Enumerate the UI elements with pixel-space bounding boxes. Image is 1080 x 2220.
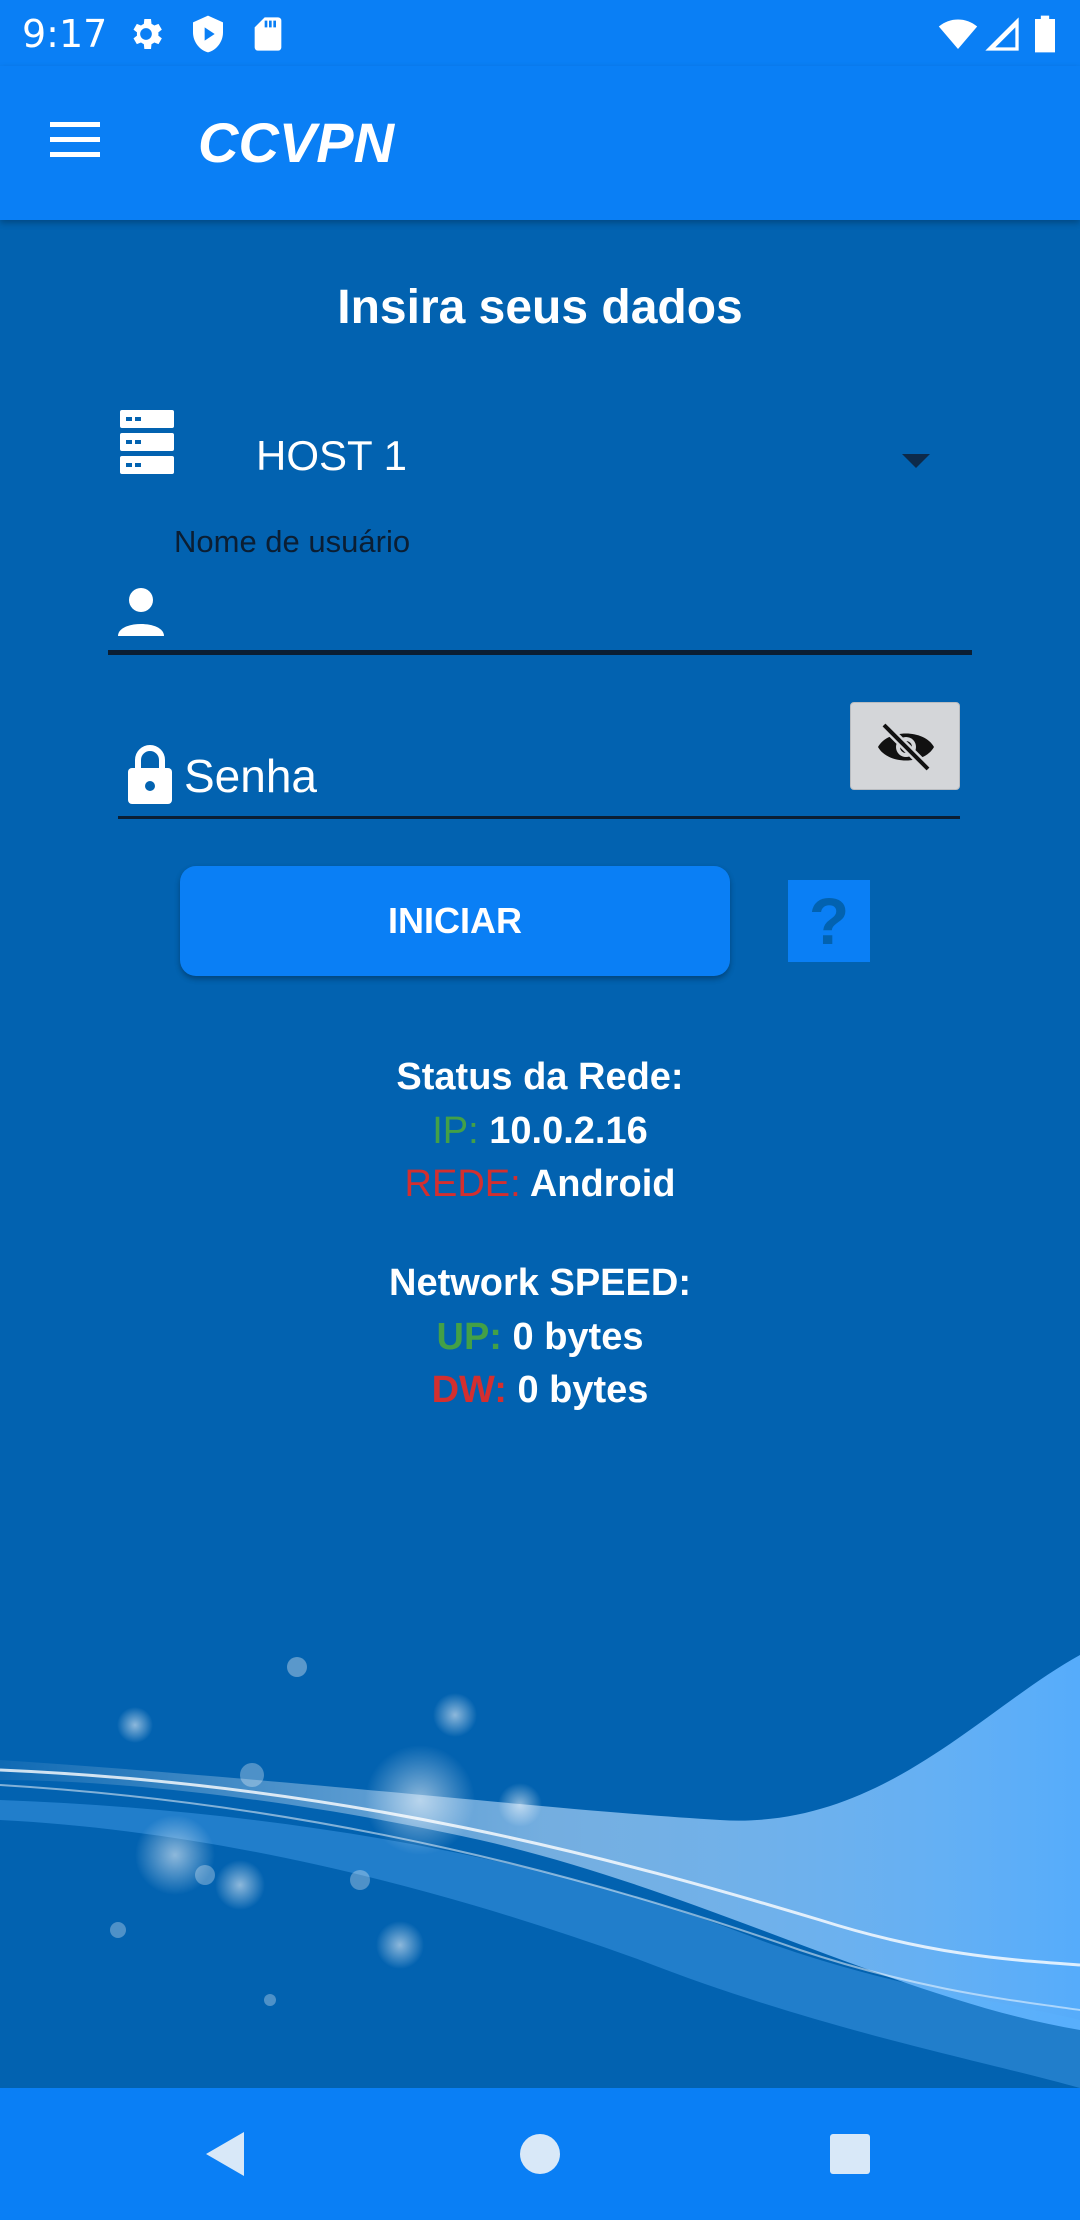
sd-card-icon bbox=[254, 17, 282, 51]
battery-icon bbox=[1035, 15, 1055, 53]
status-time: 9:17 bbox=[22, 12, 108, 56]
username-label: Nome de usuário bbox=[174, 524, 411, 559]
back-icon[interactable] bbox=[196, 2124, 256, 2184]
network-speed-title: Network SPEED: bbox=[389, 1262, 691, 1304]
username-underline bbox=[108, 650, 972, 655]
server-icon bbox=[120, 410, 174, 474]
lock-icon bbox=[128, 745, 172, 804]
hamburger-menu-icon[interactable] bbox=[46, 116, 108, 164]
help-button[interactable]: ? bbox=[788, 880, 870, 962]
eye-off-icon bbox=[878, 721, 934, 773]
navigation-bar bbox=[0, 2088, 1080, 2220]
recents-icon[interactable] bbox=[820, 2124, 880, 2184]
home-icon[interactable] bbox=[510, 2124, 570, 2184]
network-label: REDE: bbox=[404, 1163, 521, 1205]
ip-row: IP: 10.0.2.16 bbox=[0, 1110, 1080, 1153]
password-field[interactable] bbox=[184, 746, 834, 806]
network-value: Android bbox=[529, 1163, 676, 1205]
username-input[interactable] bbox=[180, 580, 960, 640]
ip-label: IP: bbox=[432, 1110, 479, 1152]
toggle-password-visibility-button[interactable] bbox=[850, 702, 960, 790]
app-title: CCVPN bbox=[198, 111, 395, 174]
background-wave-image bbox=[0, 1655, 1080, 2088]
download-row: DW: 0 bytes bbox=[0, 1369, 1080, 1412]
start-button[interactable]: INICIAR bbox=[180, 866, 730, 976]
wifi-icon bbox=[938, 19, 978, 49]
gear-icon bbox=[133, 19, 162, 49]
download-label: DW: bbox=[431, 1369, 507, 1411]
ip-value: 10.0.2.16 bbox=[489, 1110, 648, 1152]
upload-value: 0 bytes bbox=[512, 1316, 644, 1358]
host-select[interactable]: HOST 1 bbox=[256, 432, 936, 492]
dropdown-arrow-icon[interactable] bbox=[902, 454, 930, 468]
password-underline bbox=[118, 816, 960, 819]
shield-play-icon bbox=[193, 15, 223, 53]
network-status-title: Status da Rede: bbox=[396, 1056, 684, 1098]
form-heading: Insira seus dados bbox=[337, 281, 743, 334]
app-bar: CCVPN bbox=[0, 66, 1080, 220]
user-icon bbox=[118, 588, 164, 636]
status-bar: 9:17 bbox=[0, 0, 1080, 66]
upload-row: UP: 0 bytes bbox=[0, 1316, 1080, 1359]
download-value: 0 bytes bbox=[517, 1369, 649, 1411]
upload-label: UP: bbox=[436, 1316, 502, 1358]
signal-icon bbox=[985, 17, 1019, 51]
network-row: REDE: Android bbox=[0, 1163, 1080, 1206]
